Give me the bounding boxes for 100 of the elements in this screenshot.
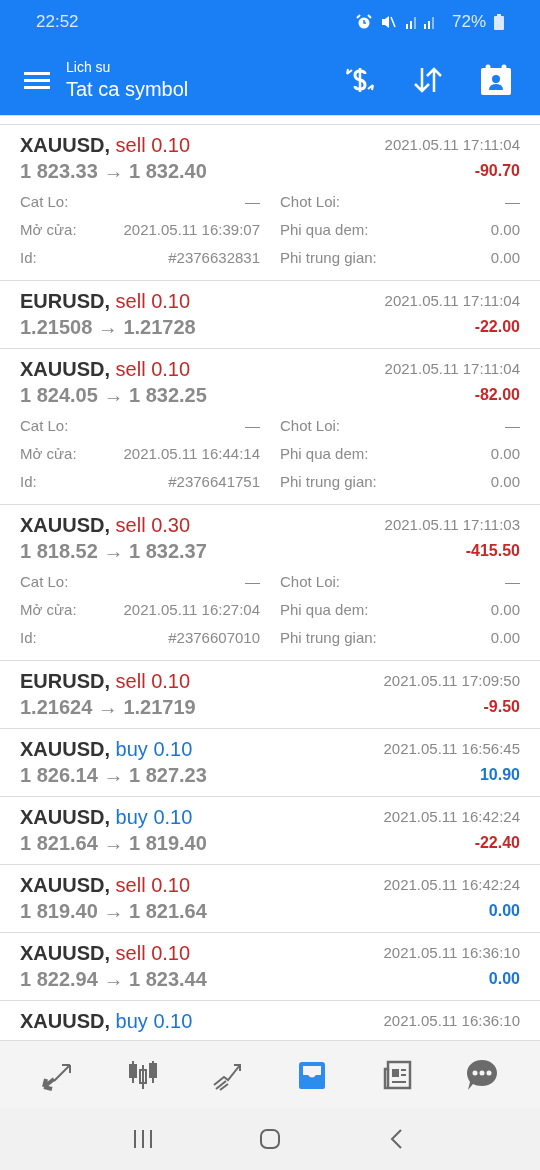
- volume-label: 0.10: [151, 670, 191, 692]
- mute-icon: [379, 14, 396, 30]
- detail-label: Chot Loi:: [280, 571, 341, 592]
- recent-apps-icon[interactable]: [132, 1128, 155, 1150]
- detail-value: —: [505, 415, 520, 436]
- volume-label: 0.10: [151, 942, 191, 964]
- close-time: 2021.05.11 16:36:10: [383, 943, 520, 963]
- detail-label: Chot Loi:: [280, 415, 341, 436]
- detail-label: Id:: [20, 627, 37, 648]
- price-range: 1.21624 → 1.21719: [20, 695, 196, 720]
- detail-value: —: [245, 191, 260, 212]
- menu-button[interactable]: [24, 69, 50, 90]
- side-label: sell: [115, 670, 146, 692]
- detail-value: —: [505, 571, 520, 592]
- detail-label: Id:: [20, 471, 37, 492]
- price-range: 1 823.33 → 1 832.40: [20, 159, 207, 184]
- volume-label: 0.10: [151, 134, 191, 156]
- detail-label: Phi qua dem:: [280, 443, 369, 464]
- side-label: buy: [115, 806, 148, 828]
- symbol-label: XAUUSD,: [20, 942, 110, 964]
- detail-label: Phi qua dem:: [280, 219, 369, 240]
- menu-icon: [24, 69, 50, 90]
- detail-value: 2021.05.11 16:44:14: [123, 443, 260, 464]
- symbol-label: EURUSD,: [20, 670, 110, 692]
- close-time: 2021.05.11 16:56:45: [383, 739, 520, 759]
- side-label: sell: [115, 290, 146, 312]
- volume-label: 0.10: [151, 358, 191, 380]
- detail-value: 0.00: [490, 443, 520, 464]
- detail-value: 0.00: [490, 599, 520, 620]
- symbol-label: EURUSD,: [20, 290, 110, 312]
- detail-label: Chot Loi:: [280, 191, 341, 212]
- profit-value: -415.50: [465, 541, 520, 561]
- symbol-label: XAUUSD,: [20, 1010, 110, 1032]
- detail-value: #2376607010: [168, 627, 260, 648]
- home-icon[interactable]: [259, 1128, 281, 1150]
- screen-subtitle: Lich su: [66, 57, 112, 76]
- profit-value: 10.90: [479, 765, 520, 785]
- detail-value: #2376641751: [168, 471, 260, 492]
- close-time: 2021.05.11 16:42:24: [383, 875, 520, 895]
- price-range: 1 818.52 → 1 832.37: [20, 539, 207, 564]
- volume-label: 0.10: [151, 874, 191, 896]
- side-label: sell: [115, 874, 146, 896]
- detail-label: Phi trung gian:: [280, 627, 377, 648]
- volume-label: 0.30: [151, 514, 191, 536]
- symbol-label: XAUUSD,: [20, 134, 110, 156]
- side-label: buy: [115, 738, 148, 760]
- detail-label: Phi trung gian:: [280, 471, 377, 492]
- profit-value: -90.70: [474, 161, 520, 181]
- detail-value: 0.00: [490, 247, 520, 268]
- symbol-label: XAUUSD,: [20, 514, 110, 536]
- detail-value: #2376632831: [168, 247, 260, 268]
- detail-value: 2021.05.11 16:27:04: [123, 599, 260, 620]
- profit-value: -9.50: [483, 697, 520, 717]
- symbol-label: XAUUSD,: [20, 806, 110, 828]
- price-range: 1 819.40 → 1 821.64: [20, 899, 207, 924]
- detail-label: Phi trung gian:: [280, 247, 377, 268]
- symbol-label: XAUUSD,: [20, 738, 110, 760]
- side-label: sell: [115, 358, 146, 380]
- detail-value: 0.00: [490, 471, 520, 492]
- detail-label: Cat Lo:: [20, 191, 69, 212]
- side-label: sell: [115, 514, 146, 536]
- profit-value: -22.00: [474, 317, 520, 337]
- price-range: 1 822.94 → 1 823.44: [20, 967, 207, 992]
- close-time: 2021.05.11 17:11:04: [384, 359, 520, 379]
- detail-label: Cat Lo:: [20, 571, 69, 592]
- detail-label: Mở cửa:: [20, 219, 77, 240]
- profit-value: -22.40: [474, 833, 520, 853]
- side-label: sell: [115, 942, 146, 964]
- price-range: 1.21508 → 1.21728: [20, 315, 196, 340]
- detail-value: 0.00: [490, 219, 520, 240]
- volume-label: 0.10: [153, 806, 193, 828]
- alarm-icon: [355, 14, 372, 30]
- price-range: 1 821.64 → 1 819.40: [20, 831, 207, 856]
- close-time: 2021.05.11 16:36:10: [383, 1011, 520, 1031]
- battery-icon: [494, 14, 504, 30]
- status-time: 22:52: [36, 11, 79, 34]
- close-time: 2021.05.11 17:11:03: [384, 515, 520, 535]
- detail-value: 0.00: [490, 627, 520, 648]
- detail-value: —: [505, 191, 520, 212]
- screen-title: Tat ca symbol: [66, 76, 189, 102]
- profit-value: 0.00: [488, 901, 520, 921]
- detail-label: Cat Lo:: [20, 415, 69, 436]
- close-time: 2021.05.11 17:11:04: [384, 135, 520, 155]
- detail-value: 2021.05.11 16:39:07: [123, 219, 260, 240]
- close-time: 2021.05.11 17:09:50: [383, 671, 520, 691]
- calendar-person-icon[interactable]: [480, 63, 512, 96]
- symbol-label: XAUUSD,: [20, 874, 110, 896]
- detail-label: Mở cửa:: [20, 599, 77, 620]
- price-range: 1 826.14 → 1 827.23: [20, 763, 207, 788]
- volume-label: 0.10: [153, 1010, 193, 1032]
- detail-label: Phi qua dem:: [280, 599, 369, 620]
- symbol-label: XAUUSD,: [20, 358, 110, 380]
- side-label: buy: [115, 1010, 148, 1032]
- side-label: sell: [115, 134, 146, 156]
- close-time: 2021.05.11 16:42:24: [383, 807, 520, 827]
- detail-value: —: [245, 415, 260, 436]
- detail-label: Mở cửa:: [20, 443, 77, 464]
- profit-value: -82.00: [474, 385, 520, 405]
- volume-label: 0.10: [151, 290, 191, 312]
- price-range: 1 824.05 → 1 832.25: [20, 383, 207, 408]
